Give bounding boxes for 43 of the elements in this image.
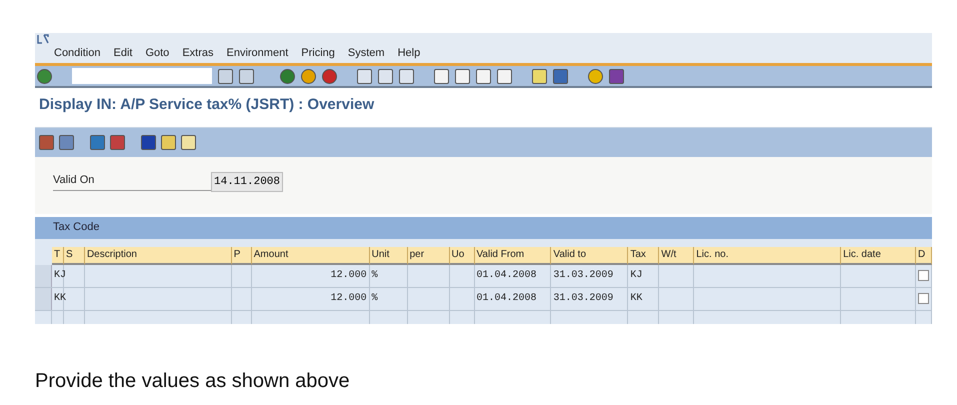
column-header[interactable]: per [408,246,450,264]
table-cell: 01.04.2008 [474,264,552,286]
logo-icon [37,34,49,44]
table-cell: % [370,288,408,310]
column-header[interactable]: P [232,246,252,264]
menu-item[interactable]: Help [398,45,420,62]
table-title: Tax Code [52,220,100,236]
table-cell: 31.03.2009 [551,288,628,310]
column-header[interactable]: Amount [252,246,370,264]
column-header[interactable]: Tax [628,246,660,264]
table-cell: KK [52,288,64,310]
table-cell: KJ [52,264,64,286]
table-cell: 01.04.2008 [474,288,552,310]
column-header[interactable]: Uo [450,246,474,264]
menu-item[interactable]: Environment [226,45,288,62]
checkbox[interactable] [918,293,929,304]
table-cell: KJ [628,264,660,286]
caption: Provide the values as shown above [35,368,351,394]
checkbox[interactable] [918,270,929,281]
column-header[interactable]: T [52,246,64,264]
column-header[interactable]: W/t [659,246,694,264]
date-field[interactable]: 14.11.2008 [211,172,284,192]
column-header[interactable]: Valid to [551,246,628,264]
menu-item[interactable]: Edit [113,45,132,62]
column-header[interactable]: Description [84,246,232,264]
table-cell: % [370,264,408,286]
column-header[interactable]: Lic. date [841,246,916,264]
column-header[interactable]: Valid From [474,246,552,264]
menu-item[interactable]: Pricing [301,45,335,62]
screen-title: Display IN: A/P Service tax% (JSRT) : Overview [38,95,376,115]
menu-item[interactable]: Condition [54,45,100,62]
column-header[interactable]: Unit [370,246,408,264]
command-field[interactable] [72,68,212,84]
table-cell: KK [628,288,660,310]
column-header[interactable]: D [916,246,932,264]
column-header[interactable]: S [64,246,85,264]
table-cell: 31.03.2009 [551,264,628,286]
table-cell: 12.000 [252,264,370,286]
column-header[interactable]: Lic. no. [694,246,842,264]
table-cell: 12.000 [252,288,370,310]
menu-item[interactable]: Extras [182,45,214,62]
menu-item[interactable]: Goto [145,45,170,62]
menu-item[interactable]: System [348,45,385,62]
